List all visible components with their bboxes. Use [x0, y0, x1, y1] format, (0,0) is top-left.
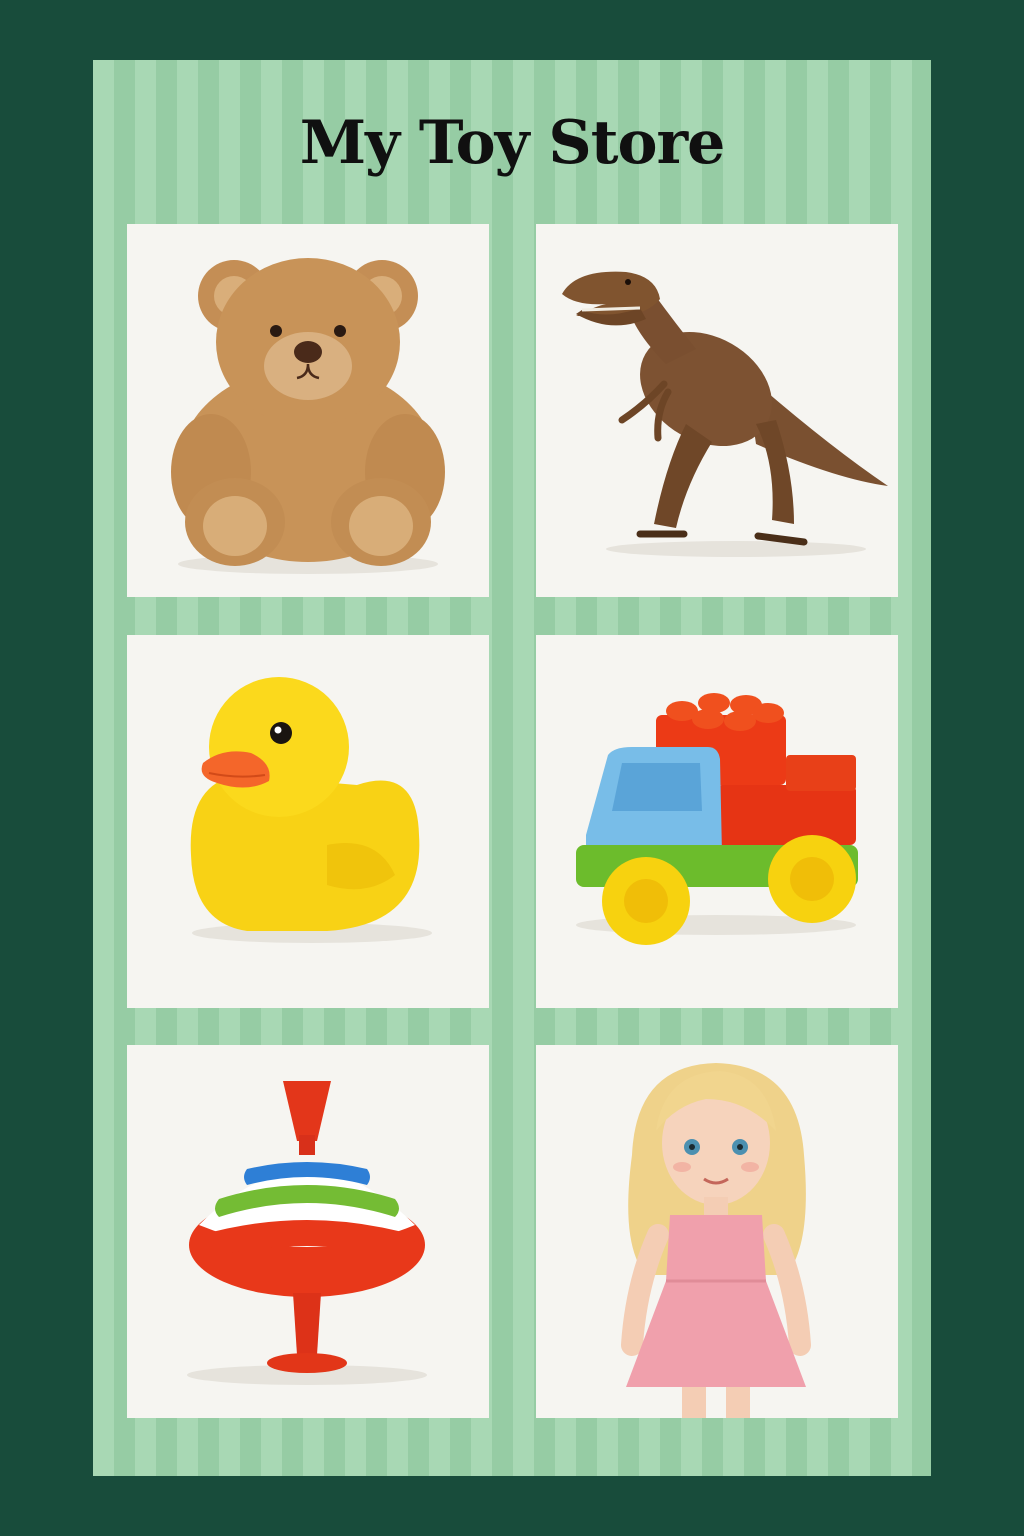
product-tile-doll[interactable] [536, 1045, 898, 1418]
tyrannosaurus-icon [562, 271, 888, 557]
block-truck-icon [576, 693, 858, 945]
product-tile-rubber-duck[interactable] [127, 635, 489, 1008]
teddy-bear-icon [171, 258, 445, 574]
store-board: My Toy Store [93, 60, 931, 1476]
product-tile-dinosaur[interactable] [536, 224, 898, 597]
spinning-top-icon [187, 1081, 427, 1385]
rubber-duck-icon [190, 677, 432, 943]
doll-icon [621, 1063, 811, 1418]
product-tile-teddy-bear[interactable] [127, 224, 489, 597]
product-tile-block-truck[interactable] [536, 635, 898, 1008]
page-title: My Toy Store [299, 108, 726, 178]
product-tile-spinning-top[interactable] [127, 1045, 489, 1418]
